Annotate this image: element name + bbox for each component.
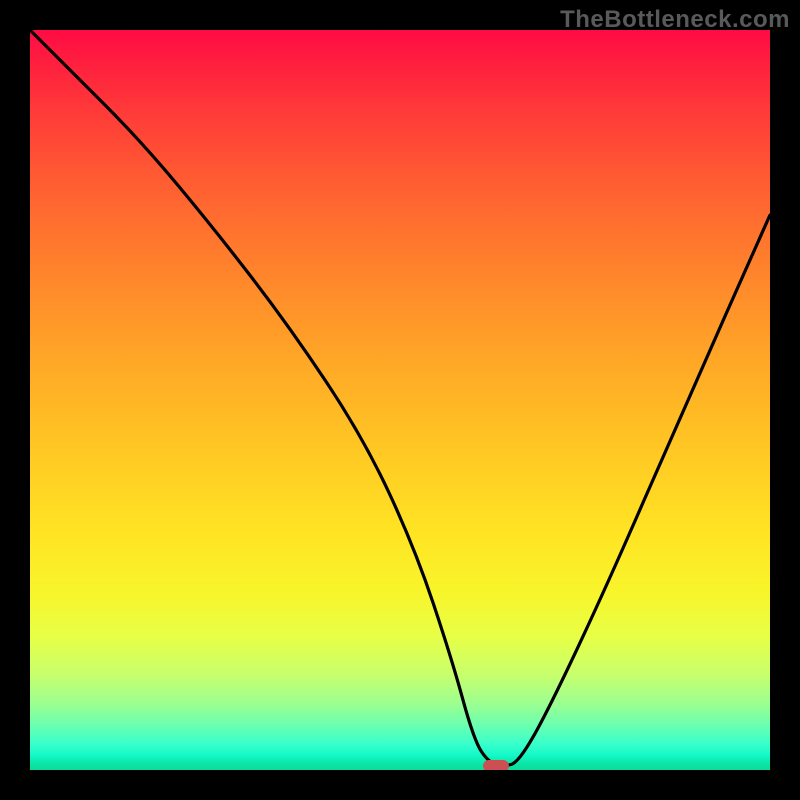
curve-svg — [30, 30, 770, 770]
plot-area — [30, 30, 770, 770]
bottleneck-curve — [30, 30, 770, 765]
chart-stage: TheBottleneck.com — [0, 0, 800, 800]
optimal-marker — [483, 760, 509, 770]
watermark-text: TheBottleneck.com — [560, 6, 790, 34]
